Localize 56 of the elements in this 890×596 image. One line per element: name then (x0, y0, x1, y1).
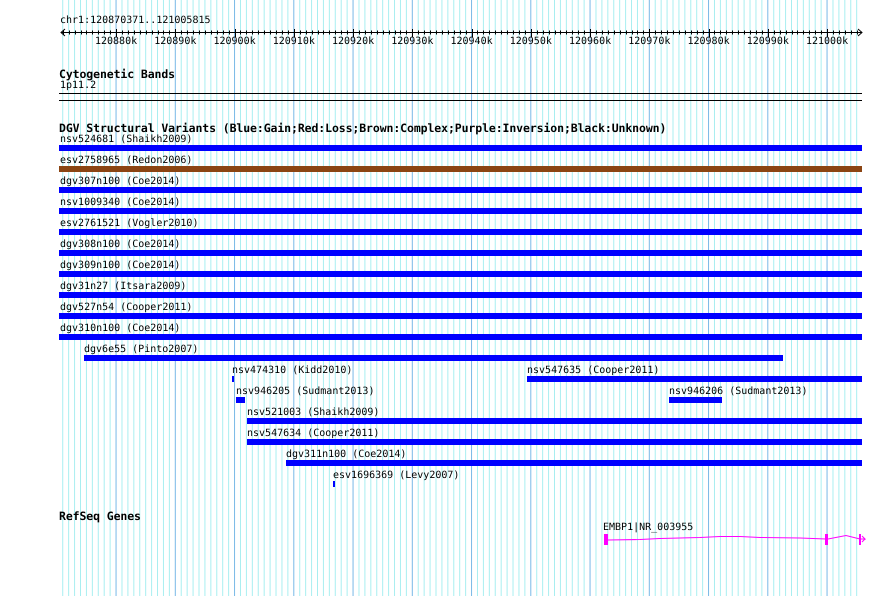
variant-label: dgv311n100 (Coe2014) (286, 449, 406, 460)
variant-bar[interactable] (59, 187, 862, 193)
variant-bar[interactable] (247, 418, 862, 424)
tick-label: 120900k (213, 36, 256, 47)
variant-label: esv1696369 (Levy2007) (333, 470, 460, 481)
variant-label: nsv547635 (Cooper2011) (527, 365, 660, 376)
variant-label: nsv1009340 (Coe2014) (60, 197, 180, 208)
variant-bar[interactable] (59, 250, 862, 256)
variant-bar[interactable] (59, 334, 862, 340)
gene-model-drawing[interactable] (604, 534, 866, 545)
tick-label: 121000k (806, 36, 848, 47)
variant-bar[interactable] (59, 166, 862, 172)
variant-label: nsv946205 (Sudmant2013) (236, 386, 374, 397)
tick-label: 120880k (94, 36, 138, 47)
tick-label: 120950k (510, 36, 552, 47)
tick-label: 120930k (391, 36, 434, 47)
tick-label: 120920k (332, 36, 374, 47)
variant-bar[interactable] (59, 208, 862, 214)
variant-bar[interactable] (59, 229, 862, 235)
variant-label: esv2761521 (Vogler2010) (60, 218, 198, 229)
gene-label: EMBP1|NR_003955 (603, 522, 694, 533)
variant-bar[interactable] (59, 271, 862, 277)
variant-bar[interactable] (59, 313, 862, 319)
variant-label: dgv31n27 (Itsara2009) (60, 281, 186, 292)
variant-bar[interactable] (59, 292, 862, 298)
track-title: DGV Structural Variants (Blue:Gain;Red:Loss;Brown:Complex;Purple:Inversion;Black:Unknown) (59, 122, 666, 134)
variant-bar[interactable] (59, 145, 862, 151)
variant-label: nsv946206 (Sudmant2013) (669, 386, 808, 397)
variant-label: nsv521003 (Shaikh2009) (247, 407, 380, 418)
variant-bar[interactable] (84, 355, 783, 361)
variant-label: dgv6e55 (Pinto2007) (84, 344, 198, 355)
variant-label: dgv307n100 (Coe2014) (60, 176, 180, 187)
region-label: chr1:120870371..121005815 (60, 14, 211, 26)
tick-label: 120940k (450, 36, 493, 47)
variant-label: esv2758965 (Redon2006) (60, 155, 192, 166)
variant-label: dgv308n100 (Coe2014) (60, 239, 180, 250)
variant-bar[interactable] (527, 376, 862, 382)
variant-label: dgv527n54 (Cooper2011) (60, 302, 192, 313)
variant-bar[interactable] (286, 460, 862, 466)
tick-label: 120910k (272, 36, 315, 47)
variant-label: dgv309n100 (Coe2014) (60, 260, 180, 271)
tick-label: 120970k (628, 36, 670, 47)
variant-label: nsv547634 (Cooper2011) (247, 428, 380, 439)
variant-bar[interactable] (247, 439, 862, 445)
variant-bar[interactable] (669, 397, 722, 403)
track-title: Cytogenetic Bands (59, 68, 176, 80)
variant-label: nsv524681 (Shaikh2009) (60, 134, 192, 145)
tick-label: 120890k (154, 36, 196, 47)
tick-label: 120960k (568, 36, 612, 47)
tick-label: 120990k (746, 36, 789, 47)
track-title: RefSeq Genes (59, 510, 141, 522)
variant-label: nsv474310 (Kidd2010) (232, 365, 352, 376)
variant-bar[interactable] (236, 397, 245, 403)
variant-label: dgv310n100 (Coe2014) (60, 323, 180, 334)
band-label: 1p11.2 (60, 80, 96, 91)
tick-label: 120980k (687, 36, 730, 47)
